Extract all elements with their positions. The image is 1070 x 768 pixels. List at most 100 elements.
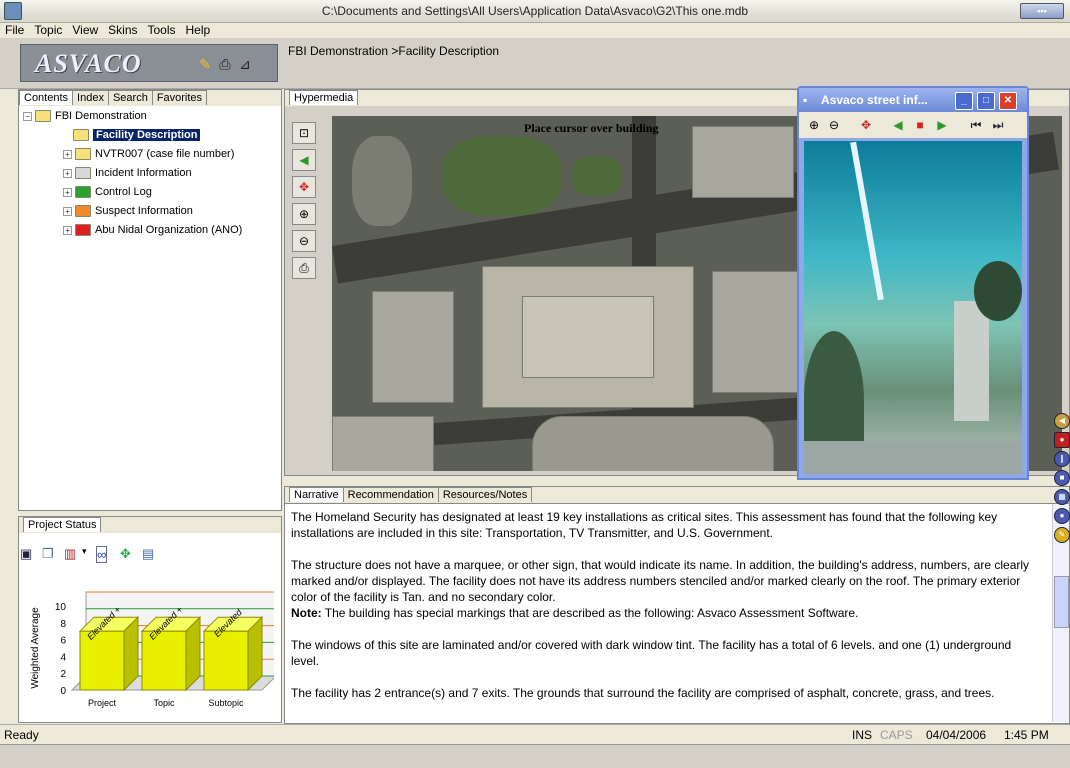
date-display: 04/04/2006 — [926, 728, 987, 742]
x-category-label: Topic — [153, 698, 175, 708]
left-tab-strip: Contents Index Search Favorites — [19, 90, 281, 106]
print-icon[interactable]: ⎙ — [217, 57, 233, 71]
tree-item-incident-information[interactable]: + Incident Information — [63, 165, 192, 182]
narrative-panel: Narrative Recommendation Resources/Notes T… — [284, 486, 1070, 724]
asvaco-logo: ASVACO — [35, 49, 142, 78]
tab-project-status[interactable]: Project Status — [23, 517, 102, 532]
menu-help[interactable]: Help — [181, 22, 216, 37]
tree-item-label: Incident Information — [95, 167, 192, 179]
minimize-button[interactable]: _ — [955, 92, 973, 110]
maximize-button[interactable]: □ — [977, 92, 995, 110]
media-dock: ◀ ● ❙ ■ ▦ ● ✎ — [1052, 410, 1070, 590]
project-status-toolbar: ▣ ❐ ▥ ▾ ∞ ✥ ▤ — [20, 546, 250, 564]
narrative-paragraph: The facility has 2 entrance(s) and 7 exi… — [291, 686, 995, 700]
tree-root[interactable]: − FBI Demonstration — [23, 108, 147, 125]
skip-start-icon[interactable]: ⏮ — [967, 116, 985, 134]
record-icon[interactable]: ● — [1054, 508, 1070, 524]
folder-icon — [75, 205, 91, 218]
tree-item-facility-description[interactable]: Facility Description — [73, 127, 201, 144]
pan-icon[interactable]: ✥ — [857, 116, 875, 134]
play-back-icon[interactable]: ◀ — [889, 116, 907, 134]
close-button[interactable]: ✕ — [999, 92, 1017, 110]
back-icon[interactable]: ◀ — [292, 149, 316, 171]
skip-end-icon[interactable]: ⏭ — [989, 116, 1007, 134]
pen-icon[interactable]: ✎ — [1054, 527, 1070, 543]
expand-icon[interactable]: + — [63, 149, 72, 159]
window-controls[interactable]: ▪▪▪ — [1020, 3, 1064, 19]
popup-toolbar: ⊕ ⊖ ✥ ◀ ■ ▶ ⏮ ⏭ — [799, 112, 1027, 138]
contents-panel: Contents Index Search Favorites − FBI Demons… — [18, 89, 282, 511]
grid-icon[interactable]: ▦ — [1054, 489, 1070, 505]
tree-item-control-log[interactable]: + Control Log — [63, 184, 152, 201]
tab-contents[interactable]: Contents — [19, 90, 74, 105]
zoom-out-icon[interactable]: ⊖ — [825, 116, 843, 134]
tab-narrative[interactable]: Narrative — [289, 487, 344, 502]
menu-view[interactable]: View — [67, 22, 103, 37]
logo-box: ASVACO ✎ ⎙ ⊿ — [20, 44, 278, 82]
folder-icon — [75, 186, 91, 199]
menu-tools[interactable]: Tools — [143, 22, 181, 37]
caps-indicator: CAPS — [880, 728, 913, 742]
folder-icon — [75, 224, 91, 237]
expand-icon[interactable]: + — [63, 187, 72, 197]
open-folder-icon[interactable]: ✎ — [197, 57, 213, 71]
tab-hypermedia[interactable]: Hypermedia — [289, 90, 359, 105]
pan-icon[interactable]: ✥ — [292, 176, 316, 198]
ins-indicator: INS — [852, 728, 873, 742]
bar-chart-icon[interactable]: ▥ — [64, 546, 76, 562]
tree-item-suspect-information[interactable]: + Suspect Information — [63, 203, 193, 220]
tab-recommendation[interactable]: Recommendation — [342, 487, 439, 502]
save-icon[interactable]: ▣ — [20, 546, 32, 562]
bar — [141, 630, 187, 691]
expand-icon[interactable]: + — [63, 168, 72, 178]
status-bar: Ready INS CAPS 04/04/2006 1:45 PM — [0, 724, 1070, 745]
pause-icon[interactable]: ❙ — [1054, 451, 1070, 467]
move-icon[interactable]: ✥ — [120, 546, 131, 562]
tab-search[interactable]: Search — [107, 90, 153, 105]
tree-item-label: Abu Nidal Organization (ANO) — [95, 224, 243, 236]
on-air-icon[interactable]: ● — [1054, 432, 1070, 448]
weighted-average-chart: 0 2 4 6 8 10 Weighted Average Elevated + Project… — [26, 572, 278, 720]
x-category-label: Subtopic — [208, 698, 244, 708]
tree-item-nvtr007[interactable]: + NVTR007 (case file number) — [63, 146, 234, 163]
stop-icon[interactable]: ■ — [1054, 470, 1070, 486]
tab-index[interactable]: Index — [72, 90, 109, 105]
tree-item-label: NVTR007 (case file number) — [95, 148, 235, 160]
y-tick-label: 6 — [60, 636, 66, 647]
popup-title-bar[interactable]: ▪ Asvaco street inf... _ □ ✕ — [799, 88, 1027, 112]
chevron-down-icon[interactable]: ▾ — [82, 546, 87, 557]
time-display: 1:45 PM — [1004, 728, 1049, 742]
copy-icon[interactable]: ❐ — [42, 546, 54, 562]
folder-open-icon — [73, 129, 89, 142]
page-icon[interactable]: ▤ — [142, 546, 154, 562]
window-title: C:\Documents and Settings\All Users\Appl… — [321, 4, 749, 18]
note-text: The building has special markings that a… — [321, 606, 859, 620]
zoom-in-icon[interactable]: ⊕ — [805, 116, 823, 134]
select-zoom-icon[interactable]: ⊡ — [292, 122, 316, 144]
play-forward-icon[interactable]: ▶ — [933, 116, 951, 134]
street-info-window[interactable]: ▪ Asvaco street inf... _ □ ✕ ⊕ ⊖ ✥ ◀ ■ ▶… — [797, 86, 1029, 480]
binoculars-icon[interactable]: ∞ — [96, 546, 108, 563]
tab-favorites[interactable]: Favorites — [151, 90, 208, 105]
zoom-out-icon[interactable]: ⊖ — [292, 230, 316, 252]
tab-resources-notes[interactable]: Resources/Notes — [437, 487, 533, 502]
street-view-image — [804, 141, 1022, 474]
collapse-icon[interactable]: − — [23, 111, 32, 121]
expand-icon[interactable]: + — [63, 206, 72, 216]
narrative-tab-strip: Narrative Recommendation Resources/Notes — [285, 487, 1069, 504]
menu-file[interactable]: File — [0, 22, 29, 37]
chart-tool-icon[interactable]: ⊿ — [237, 57, 253, 71]
breadcrumb: FBI Demonstration >Facility Description — [288, 44, 500, 58]
tree-item-abu-nidal[interactable]: + Abu Nidal Organization (ANO) — [63, 222, 242, 239]
rewind-icon[interactable]: ◀ — [1054, 413, 1070, 429]
menu-topic[interactable]: Topic — [29, 22, 67, 37]
print-icon[interactable]: ⎙ — [292, 257, 316, 279]
y-tick-label: 8 — [60, 619, 66, 630]
zoom-in-icon[interactable]: ⊕ — [292, 203, 316, 225]
tree-item-label: Facility Description — [93, 129, 201, 141]
title-bar: C:\Documents and Settings\All Users\Appl… — [0, 0, 1070, 23]
stop-icon[interactable]: ■ — [911, 116, 929, 134]
menu-skins[interactable]: Skins — [103, 22, 142, 37]
expand-icon[interactable]: + — [63, 225, 72, 235]
map-toolbar: ⊡ ◀ ✥ ⊕ ⊖ ⎙ — [292, 122, 318, 284]
